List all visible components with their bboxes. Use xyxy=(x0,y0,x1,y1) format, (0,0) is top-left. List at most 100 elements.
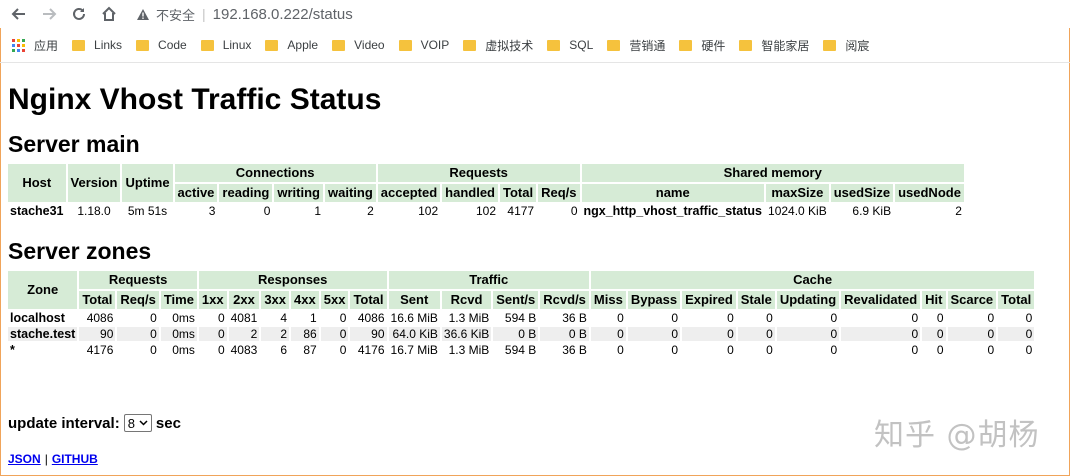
home-icon[interactable] xyxy=(94,0,124,28)
page-content: Nginx Vhost Traffic Status Server main H… xyxy=(8,64,1064,359)
insecure-label[interactable]: 不安全 xyxy=(156,5,195,24)
cell-sent-s: 594 B xyxy=(504,343,537,357)
bookmark-label: Code xyxy=(158,38,187,52)
table-row: stache.test 90 0 0ms 0 2 2 86 0 90 64.0 KiB 36.6 Ki… xyxy=(8,327,1035,341)
back-arrow-icon[interactable] xyxy=(4,0,34,28)
folder-icon xyxy=(398,39,412,51)
col-max-size: maxSize xyxy=(766,184,829,202)
cell-rcvd: 1.3 MiB xyxy=(448,311,490,325)
table-row: stache31 1.18.0 5m 51s 3 0 1 2 102 102 4… xyxy=(8,204,964,218)
cell-revalidated: 0 xyxy=(841,327,921,341)
bookmark-smart-home[interactable]: 智能家居 xyxy=(739,37,809,54)
bookmark-label: 阅宸 xyxy=(845,38,870,53)
cell-hit: 0 xyxy=(922,327,946,341)
cell-r3xx: 4 xyxy=(280,311,288,325)
bookmark-marketing[interactable]: 营销通 xyxy=(607,37,665,54)
bookmark-virtualization[interactable]: 虚拟技术 xyxy=(463,37,533,54)
col-5xx: 5xx xyxy=(320,291,349,309)
cell-rcvd: 1.3 MiB xyxy=(448,343,490,357)
folder-icon xyxy=(823,39,837,51)
col-3xx: 3xx xyxy=(261,291,290,309)
bookmark-yuechen[interactable]: 阅宸 xyxy=(823,37,869,54)
cell-used-size: 6.9 KiB xyxy=(852,204,892,218)
bookmark-voip[interactable]: VOIP xyxy=(398,38,449,52)
cell-rcvd-s: 36 B xyxy=(562,343,587,357)
cell-sent: 64.0 KiB xyxy=(388,327,440,341)
col-stale: Stale xyxy=(737,291,775,309)
folder-icon xyxy=(679,39,693,51)
cell-r1xx: 0 xyxy=(217,311,225,325)
folder-icon xyxy=(607,39,621,51)
col-waiting: waiting xyxy=(325,184,376,202)
update-interval-unit: sec xyxy=(155,414,181,432)
cell-version: 1.18.0 xyxy=(77,204,111,218)
server-main-heading: Server main xyxy=(8,131,140,157)
col-updating: Updating xyxy=(776,291,840,309)
folder-icon xyxy=(332,39,346,51)
col-rcvd-s: Rcvd/s xyxy=(540,291,589,309)
cell-r5xx: 0 xyxy=(320,327,349,341)
address-bar[interactable]: 不安全 | 192.168.0.222/status xyxy=(130,2,1064,26)
apps-icon xyxy=(12,38,25,52)
bookmark-apple[interactable]: Apple xyxy=(265,38,318,52)
cell-r4xx: 1 xyxy=(310,311,317,325)
cell-req-s: 0 xyxy=(150,311,157,325)
cell-r3xx: 6 xyxy=(280,343,288,357)
group-cache: Cache xyxy=(590,271,1035,289)
cell-sent: 16.7 MiB xyxy=(390,343,438,357)
bookmark-apps[interactable]: 应用 xyxy=(12,37,58,54)
cell-hit: 0 xyxy=(936,311,944,325)
json-link[interactable]: JSON xyxy=(8,452,41,466)
forward-arrow-icon[interactable] xyxy=(34,0,64,28)
bookmark-sql[interactable]: SQL xyxy=(547,38,593,52)
url-text[interactable]: 192.168.0.222/status xyxy=(213,6,353,23)
cell-name: ngx_http_vhost_traffic_status xyxy=(583,204,763,218)
bookmark-linux[interactable]: Linux xyxy=(200,38,251,52)
bookmark-label: Apple xyxy=(287,38,319,52)
github-link[interactable]: GITHUB xyxy=(52,452,98,466)
reload-icon[interactable] xyxy=(64,0,94,28)
bookmark-video[interactable]: Video xyxy=(332,38,385,52)
interval-select-value: 8 xyxy=(127,415,135,431)
chrome-divider xyxy=(0,62,1070,63)
col-zone: Zone xyxy=(8,271,78,309)
cell-time: 0ms xyxy=(160,327,197,341)
cell-r2xx: 2 xyxy=(228,327,260,341)
cell-total: 4176 xyxy=(86,343,114,357)
folder-icon xyxy=(739,39,753,51)
cell-zone: * xyxy=(10,343,15,357)
cell-rcvd-s: 36 B xyxy=(562,311,587,325)
bookmark-links[interactable]: Links xyxy=(72,38,122,52)
bookmark-label: 硬件 xyxy=(701,38,726,53)
folder-icon xyxy=(136,39,150,51)
cell-updating: 0 xyxy=(830,343,838,357)
interval-select[interactable]: 8 xyxy=(123,414,152,432)
cell-revalidated: 0 xyxy=(911,343,919,357)
bookmark-label: 智能家居 xyxy=(761,38,810,53)
watermark-text: 知乎 @胡杨 xyxy=(874,418,1040,453)
cell-r2xx: 4083 xyxy=(230,343,258,357)
col-scarce: Scarce xyxy=(947,291,997,309)
cell-r5xx: 0 xyxy=(339,311,347,325)
cell-accepted: 102 xyxy=(418,204,439,218)
cell-bypass: 0 xyxy=(671,311,679,325)
cell-req-s: 0 xyxy=(117,327,159,341)
col-name: name xyxy=(581,184,765,202)
cell-c-total: 0 xyxy=(998,327,1035,341)
cell-miss: 0 xyxy=(617,343,624,357)
bookmark-hardware[interactable]: 硬件 xyxy=(679,37,725,54)
footer-links: JSON | GITHUB xyxy=(8,452,98,466)
group-requests: Requests xyxy=(377,164,580,182)
bookmarks-bar: 应用 Links Code Linux Apple Video VOIP 虚拟技… xyxy=(0,31,1070,59)
cell-expired: 0 xyxy=(727,311,734,325)
zones-body: localhost 4086 0 0ms 0 4081 4 1 0 4086 16.6 MiB 1.3… xyxy=(8,311,1035,357)
page-title: Nginx Vhost Traffic Status xyxy=(8,83,382,116)
bookmark-code[interactable]: Code xyxy=(136,38,187,52)
col-active: active xyxy=(174,184,218,202)
cell-zone: stache.test xyxy=(8,327,78,341)
cell-time: 0ms xyxy=(172,343,195,357)
cell-total: 4177 xyxy=(507,204,535,218)
cell-handled: 102 xyxy=(475,204,496,218)
cell-revalidated: 0 xyxy=(911,311,919,325)
cell-miss: 0 xyxy=(590,327,626,341)
